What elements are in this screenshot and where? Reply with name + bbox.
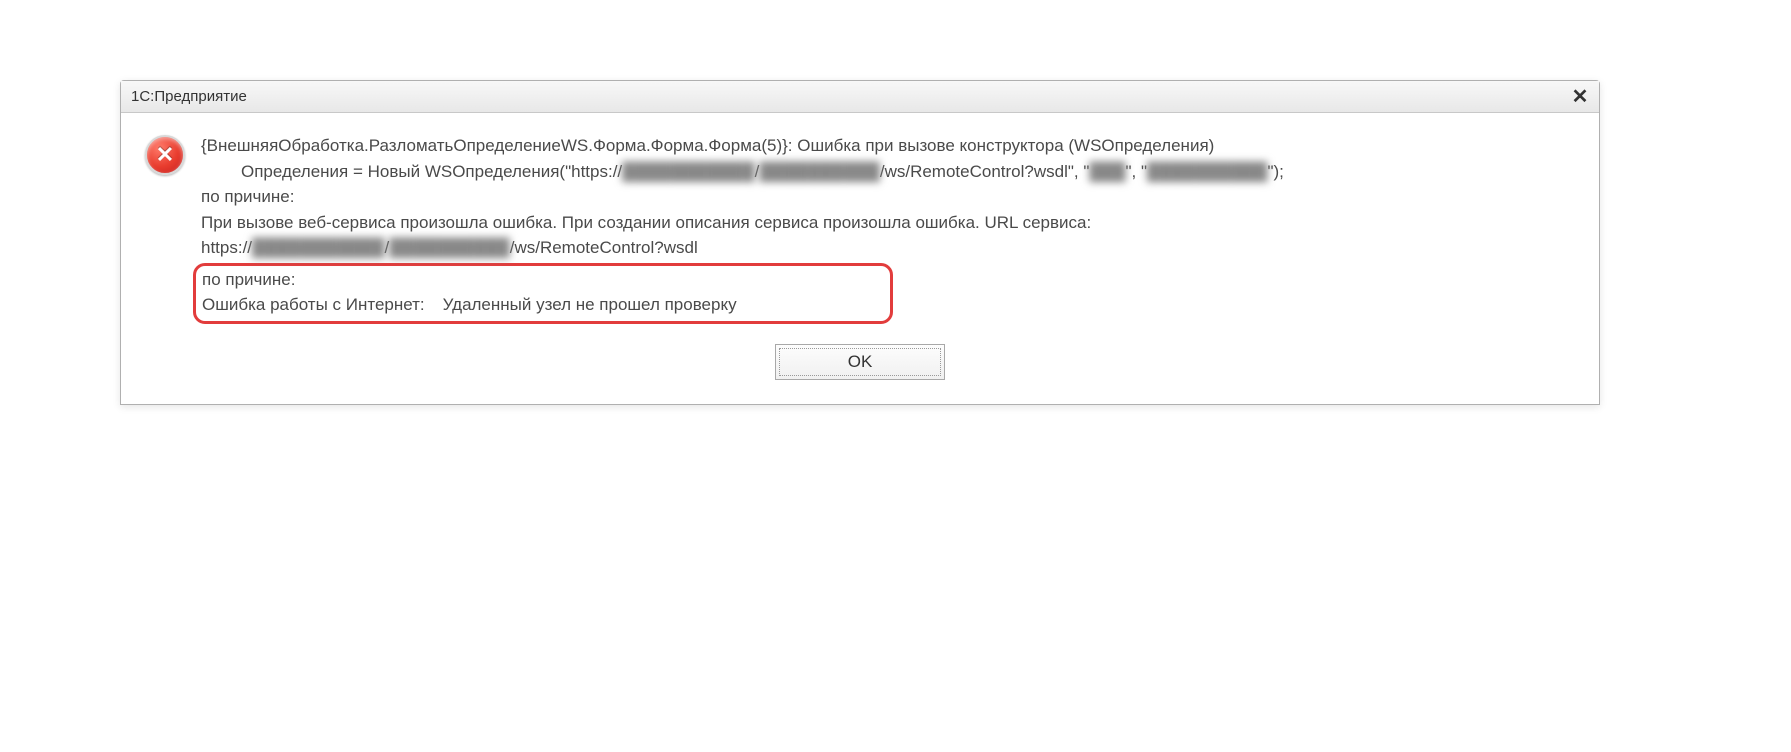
error-message-line-4: При вызове веб-сервиса произошла ошибка.… [201,210,1575,236]
ok-button[interactable]: OK [775,344,945,380]
dialog-title: 1С:Предприятие [131,88,247,105]
content-row: ✕ {ВнешняяОбработка.РазломатьОпределение… [145,133,1575,324]
highlight-line-2: Ошибка работы с Интернет:Удаленный узел … [202,292,884,318]
redacted-text: ██████████ [759,162,879,181]
error-message-line-5: https://███████████/██████████/ws/Remote… [201,235,1575,261]
dialog-body: ✕ {ВнешняяОбработка.РазломатьОпределение… [121,113,1599,404]
error-message-line-1: {ВнешняяОбработка.РазломатьОпределениеWS… [201,133,1575,159]
error-x-mark: ✕ [156,142,174,168]
highlighted-error-box: по причине: Ошибка работы с Интернет:Уда… [193,263,893,324]
close-button[interactable]: ✕ [1569,86,1591,108]
dialog-titlebar[interactable]: 1С:Предприятие ✕ [121,81,1599,113]
redacted-text: ███ [1089,162,1125,181]
close-icon: ✕ [1572,87,1589,107]
message-column: {ВнешняяОбработка.РазломатьОпределениеWS… [201,133,1575,324]
error-icon: ✕ [145,135,185,175]
button-row: OK [145,344,1575,380]
error-dialog: 1С:Предприятие ✕ ✕ {ВнешняяОбработка.Раз… [120,80,1600,405]
redacted-text: ███████████ [622,162,755,181]
error-message-line-2: Определения = Новый WSОпределения("https… [201,159,1575,185]
icon-column: ✕ [145,133,201,175]
highlight-line-1: по причине: [202,267,884,293]
redacted-text: ██████████ [1147,162,1267,181]
error-message-line-3: по причине: [201,184,1575,210]
redacted-text: ██████████ [389,238,509,257]
redacted-text: ███████████ [252,238,385,257]
